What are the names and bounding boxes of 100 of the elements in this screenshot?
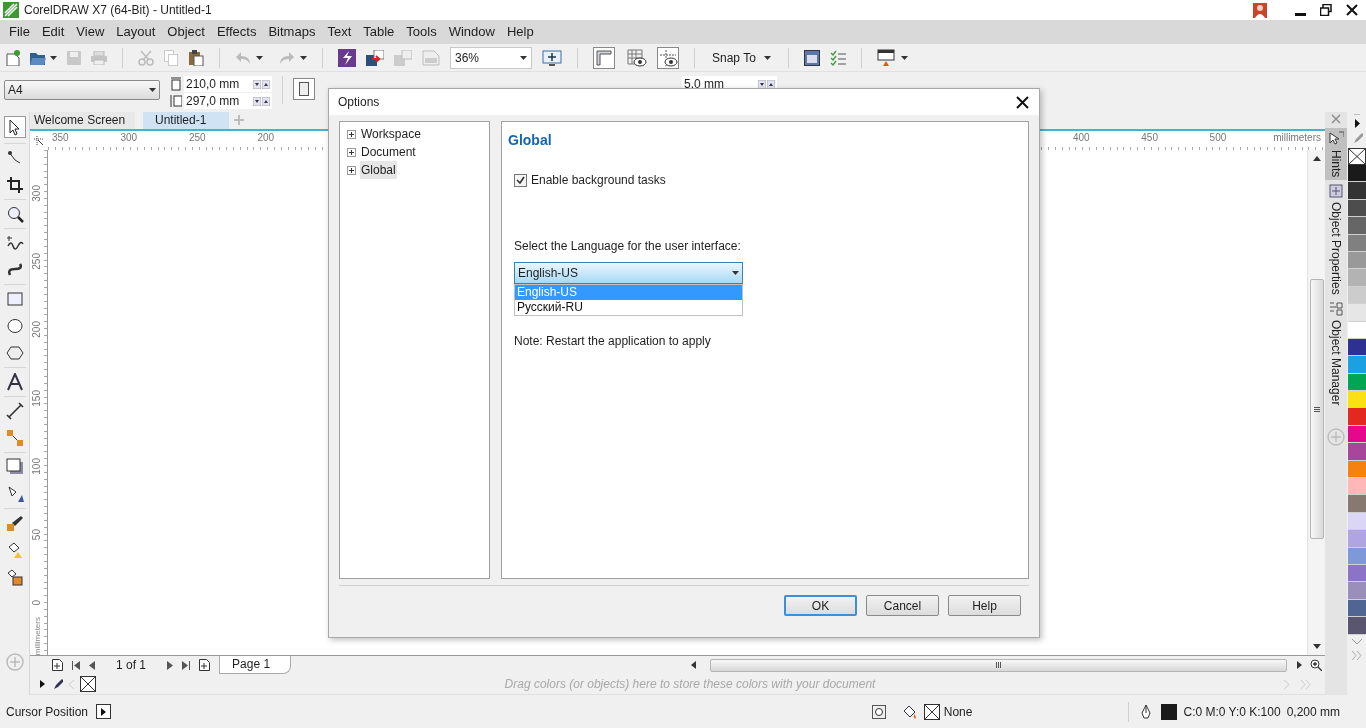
menu-item[interactable]: Object [161,22,211,42]
color-swatch[interactable] [1347,512,1366,531]
docker-tab[interactable]: Hints [1325,128,1347,181]
freehand-tool-icon[interactable] [5,234,24,252]
dialog-button[interactable]: Help [948,595,1021,616]
connect-icon[interactable] [338,48,356,67]
smart-fill-tool-icon[interactable] [5,568,24,586]
caret-icon[interactable] [149,88,156,92]
text-tool-icon[interactable] [5,373,24,391]
caret-icon[interactable] [520,55,527,60]
open-folder-icon[interactable] [30,50,46,65]
color-swatch[interactable] [1347,338,1366,357]
color-swatch[interactable] [1347,443,1366,461]
menu-item[interactable]: Effects [210,22,263,42]
eyedropper-icon[interactable] [51,678,63,690]
previous-page-icon[interactable] [89,660,95,670]
menu-item[interactable]: File [3,22,36,42]
zoom-tool-icon[interactable] [5,205,24,223]
scroll-left-icon[interactable] [691,661,696,669]
no-color-swatch-icon[interactable] [1347,148,1366,165]
zoom-dropdown[interactable]: 36% [450,46,532,69]
shadow-tool-icon[interactable] [5,458,24,476]
expand-button[interactable] [96,704,112,719]
menu-item[interactable]: Layout [110,22,162,42]
dimension-tool-icon[interactable] [5,402,24,420]
rectangle-tool-icon[interactable] [5,290,24,308]
portrait-button[interactable] [293,78,315,100]
new-document-icon[interactable] [6,49,20,66]
color-swatch[interactable] [1347,321,1366,339]
language-dropdown[interactable]: English-US [514,262,743,284]
checklist-icon[interactable] [829,49,846,66]
launcher-icon[interactable] [876,48,895,67]
menu-item[interactable]: View [70,22,111,42]
color-swatch[interactable] [1347,304,1366,322]
caret-icon[interactable] [256,55,263,60]
user-icon[interactable] [1253,2,1267,18]
color-swatch[interactable] [1347,565,1366,583]
fill-bucket-icon[interactable] [901,703,918,720]
width-field[interactable]: 210,0 mm [184,76,272,92]
color-swatch[interactable] [1347,199,1366,218]
color-swatch[interactable] [1347,269,1366,287]
first-page-icon[interactable] [72,660,80,670]
color-swatch[interactable] [1347,425,1366,444]
restore-icon[interactable] [1320,4,1332,16]
caret-icon[interactable] [763,55,771,60]
polygon-tool-icon[interactable] [5,344,24,362]
menu-item[interactable]: Edit [35,22,71,42]
close-icon[interactable] [1346,4,1358,16]
rulers-icon[interactable] [593,46,615,69]
checkbox[interactable] [514,173,527,187]
transparency-tool-icon[interactable] [5,485,24,503]
scroll-right-icon[interactable] [1297,661,1302,669]
dialog-button[interactable]: Cancel [866,595,939,616]
caret-icon[interactable] [732,271,739,275]
color-swatch[interactable] [1347,234,1366,252]
scroll-down-icon[interactable] [1312,644,1321,649]
pen-nib-icon[interactable] [1141,703,1152,720]
color-swatch[interactable] [1347,495,1366,513]
menu-item[interactable]: Bitmaps [262,22,322,42]
dialog-button[interactable]: OK [784,595,857,616]
expand-icon[interactable] [347,165,356,175]
menu-item[interactable]: Text [321,22,358,42]
last-page-icon[interactable] [182,660,191,670]
color-swatch[interactable] [1347,356,1366,374]
ellipse-tool-icon[interactable] [5,317,24,335]
color-swatch[interactable] [1347,599,1366,618]
menu-item[interactable]: Help [500,22,540,42]
expand-icon[interactable] [347,129,356,139]
snap-to-dropdown[interactable]: Snap To [710,46,773,69]
add-page-icon[interactable] [52,659,63,671]
grid-icon[interactable] [625,46,647,69]
next-page-icon[interactable] [167,660,174,670]
scroll-thumb[interactable] [1309,279,1324,539]
paste-icon[interactable] [188,49,204,66]
guidelines-icon[interactable] [657,46,679,69]
color-swatch[interactable] [1347,165,1366,183]
caret-icon[interactable] [50,55,57,60]
spin-down-icon[interactable] [253,96,261,106]
spin-down-icon[interactable] [253,79,261,89]
expand-icon[interactable] [347,147,356,157]
vertical-scrollbar[interactable] [1307,150,1325,655]
eyedropper-tool-icon[interactable] [5,514,24,532]
menu-item[interactable]: Table [357,22,401,42]
spin-up-icon[interactable] [262,79,270,89]
spin-up-icon[interactable] [262,96,270,106]
color-swatch[interactable] [1347,617,1366,635]
import-icon[interactable] [366,49,384,66]
caret-icon[interactable] [900,55,908,60]
color-swatch[interactable] [1347,547,1366,565]
zoom-navigator-icon[interactable] [1310,659,1322,671]
color-swatch[interactable] [1347,460,1366,479]
play-icon[interactable] [40,680,45,688]
color-swatch[interactable] [1347,408,1366,426]
menu-item[interactable]: Window [442,22,501,42]
color-swatch[interactable] [1347,251,1366,270]
horizontal-scrollbar[interactable] [710,658,1287,672]
tree-item[interactable]: Global [360,161,397,179]
crop-tool-icon[interactable] [5,176,24,194]
color-swatch[interactable] [1347,182,1366,200]
caret-icon[interactable] [300,55,307,60]
